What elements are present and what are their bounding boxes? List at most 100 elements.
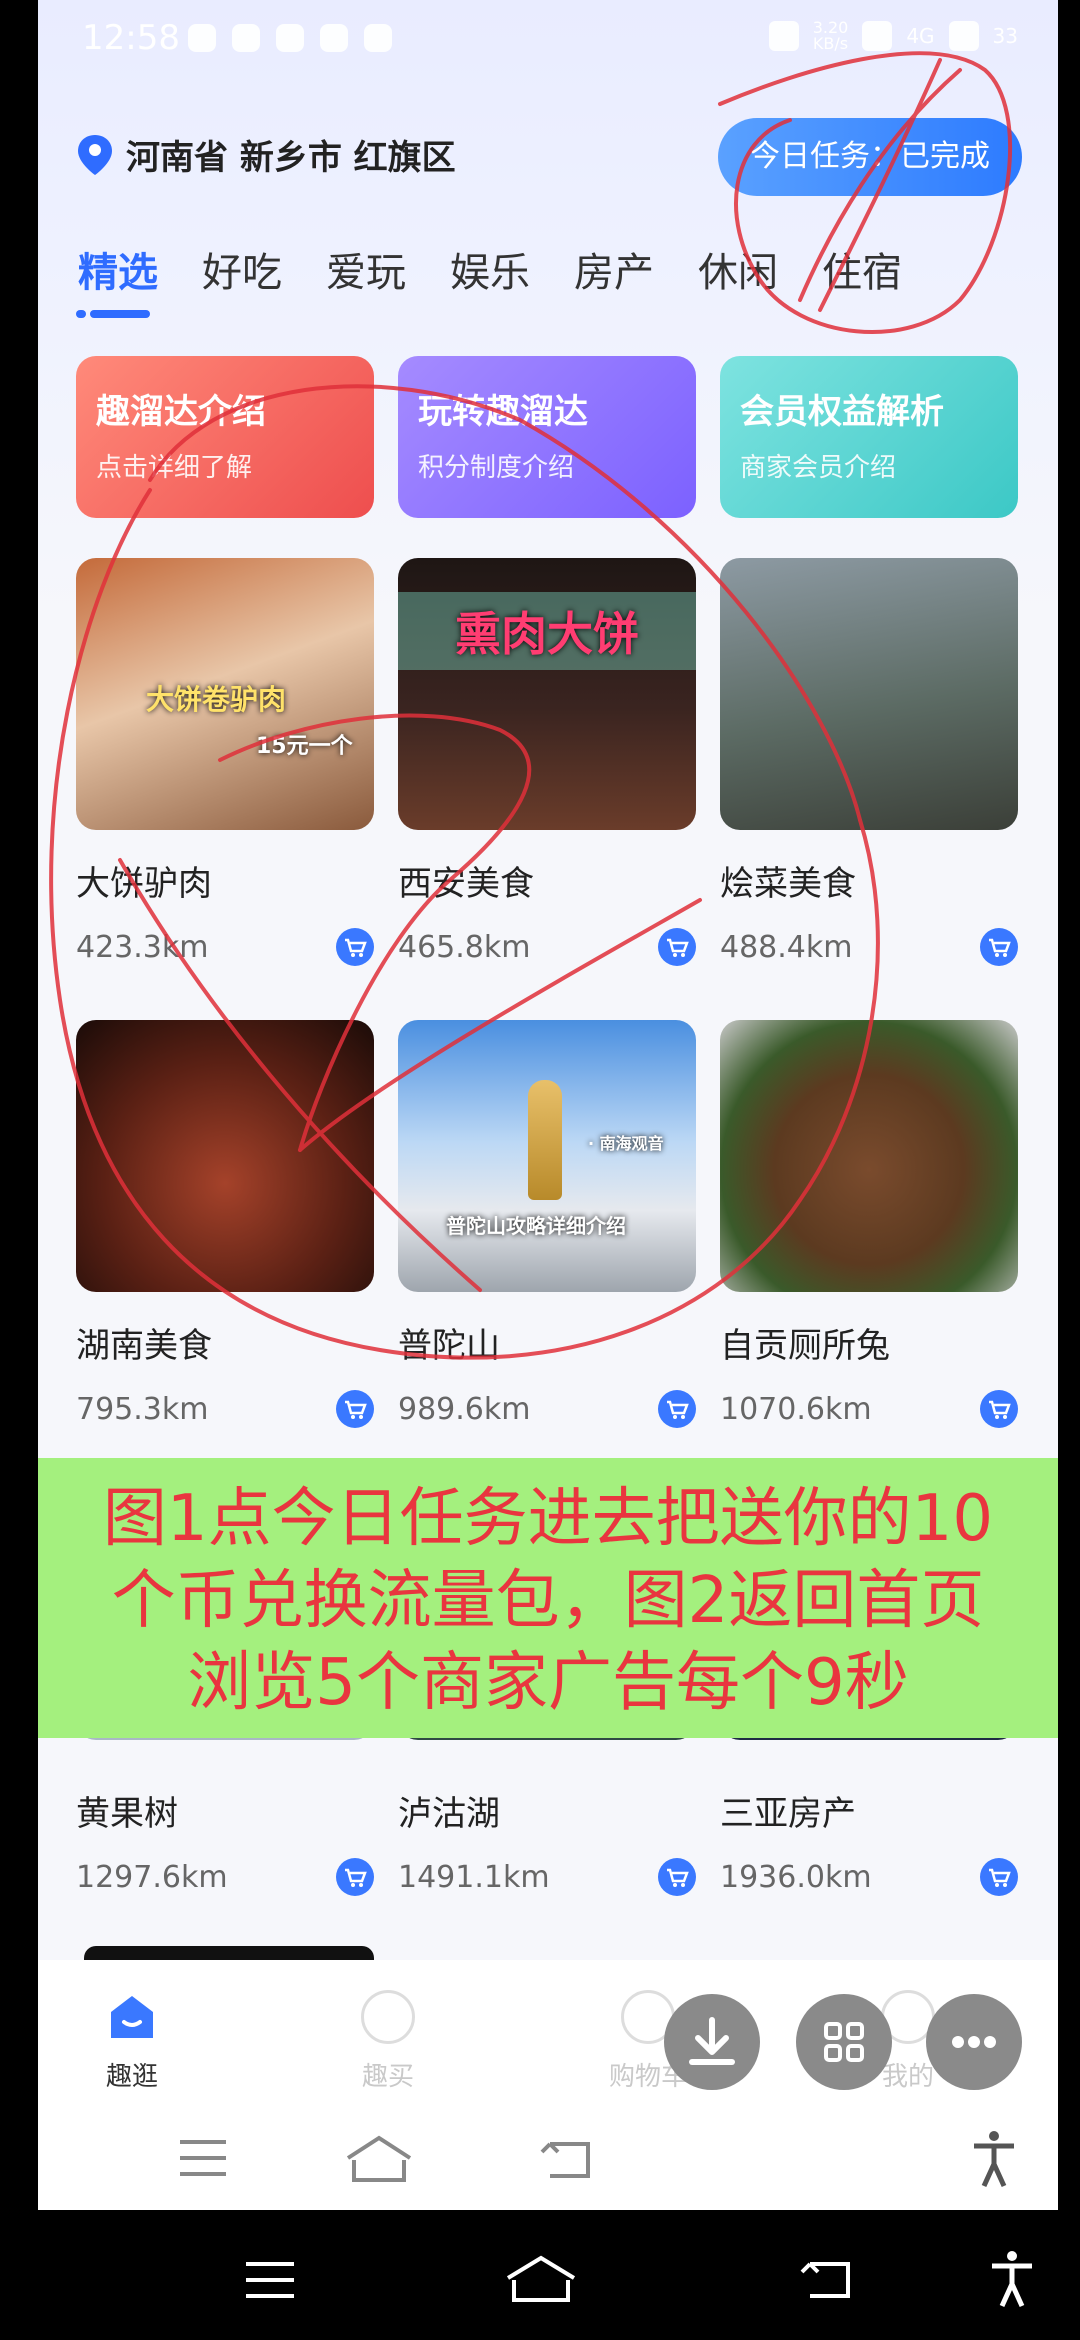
daily-task-button[interactable]: 今日任务：已完成 xyxy=(718,118,1022,196)
tab-food[interactable]: 好吃 xyxy=(202,240,282,318)
merchant-image xyxy=(76,1020,374,1292)
alarm-icon xyxy=(768,21,799,51)
wechat-icon xyxy=(232,24,260,52)
merchant-name: 黄果树 xyxy=(76,1794,178,1834)
accessibility-icon[interactable] xyxy=(988,2250,1036,2308)
merchant-image: 熏肉大饼 xyxy=(398,558,696,830)
feature-card-points[interactable]: 玩转趣溜达 积分制度介绍 xyxy=(398,356,696,518)
tab-lodging[interactable]: 住宿 xyxy=(822,240,902,318)
merchant-image: 大饼卷驴肉 15元一个 xyxy=(76,558,374,830)
battery-level: 33 xyxy=(992,24,1018,48)
feature-cards: 趣溜达介绍 点击详细了解 玩转趣溜达 积分制度介绍 会员权益解析 商家会员介绍 xyxy=(76,356,1018,518)
tab-entertainment[interactable]: 娱乐 xyxy=(450,240,530,318)
merchant-card[interactable]: · 南海观音 普陀山攻略详细介绍 普陀山 989.6km xyxy=(398,1020,696,1452)
merchant-grid: 大饼卷驴肉 15元一个 大饼驴肉 423.3km 熏肉大饼 西安美食 465.8… xyxy=(76,558,1026,1452)
tab-featured[interactable]: 精选 xyxy=(76,240,158,318)
feature-subtitle: 点击详细了解 xyxy=(96,453,253,483)
merchant-name: 大饼驴肉 xyxy=(76,864,212,904)
notification-icons xyxy=(188,24,392,52)
merchant-distance: 989.6km xyxy=(398,1392,531,1427)
merchant-distance: 1297.6km xyxy=(76,1860,228,1895)
feature-card-intro[interactable]: 趣溜达介绍 点击详细了解 xyxy=(76,356,374,518)
tab-real-estate[interactable]: 房产 xyxy=(574,240,654,318)
cart-icon[interactable] xyxy=(658,1858,696,1896)
merchant-image xyxy=(720,1020,1018,1292)
location-selector[interactable]: 河南省 新乡市 红旗区 xyxy=(78,130,456,179)
feature-subtitle: 积分制度介绍 xyxy=(418,453,575,483)
apps-button[interactable] xyxy=(796,1994,892,2090)
merchant-image xyxy=(720,558,1018,830)
browser-icon xyxy=(320,24,348,52)
nav-browse[interactable]: 趣逛 xyxy=(62,1990,202,2093)
feature-title: 玩转趣溜达 xyxy=(418,392,588,432)
more-icon xyxy=(952,2036,996,2048)
feature-card-membership[interactable]: 会员权益解析 商家会员介绍 xyxy=(720,356,1018,518)
merchant-distance: 465.8km xyxy=(398,930,531,965)
merchant-card[interactable]: 烩菜美食 488.4km xyxy=(720,558,1018,990)
nav-buy[interactable]: 趣买 xyxy=(318,1990,458,2093)
wifi-icon xyxy=(948,21,979,51)
system-nav-outer xyxy=(0,2210,1080,2340)
merchant-card[interactable]: 大饼卷驴肉 15元一个 大饼驴肉 423.3km xyxy=(76,558,374,990)
merchant-image: · 南海观音 普陀山攻略详细介绍 xyxy=(398,1020,696,1292)
home-key-icon[interactable] xyxy=(344,2134,414,2184)
cart-icon[interactable] xyxy=(980,1390,1018,1428)
network-type: 4G xyxy=(906,24,935,48)
cart-icon[interactable] xyxy=(980,1858,1018,1896)
tab-leisure[interactable]: 休闲 xyxy=(698,240,778,318)
system-icons: 3.20 KB/s 4G 33 xyxy=(768,18,1018,53)
merchant-distance: 1070.6km xyxy=(720,1392,872,1427)
cart-icon[interactable] xyxy=(336,1390,374,1428)
merchant-card[interactable]: 湖南美食 795.3km xyxy=(76,1020,374,1452)
bottom-nav: 趣逛 趣买 购物车 我的 xyxy=(38,1960,1058,2110)
hd-icon xyxy=(862,21,893,51)
cart-icon[interactable] xyxy=(336,928,374,966)
back-icon[interactable] xyxy=(538,2136,594,2180)
merchant-distance: 1936.0km xyxy=(720,1860,872,1895)
cart-icon[interactable] xyxy=(336,1858,374,1896)
more-button[interactable] xyxy=(926,1994,1022,2090)
location-icon xyxy=(364,24,392,52)
merchant-distance: 795.3km xyxy=(76,1392,209,1427)
image-caption: 大饼卷驴肉 xyxy=(146,683,287,716)
feature-title: 会员权益解析 xyxy=(740,392,944,432)
tab-play[interactable]: 爱玩 xyxy=(326,240,406,318)
nav-label: 趣逛 xyxy=(105,2062,158,2092)
accessibility-icon[interactable] xyxy=(970,2130,1018,2188)
home-icon xyxy=(111,1996,153,2038)
app-icon xyxy=(276,24,304,52)
back-icon[interactable] xyxy=(798,2256,854,2300)
system-nav-inner xyxy=(38,2110,1058,2210)
menu-icon[interactable] xyxy=(244,2258,296,2302)
merchant-distance: 1491.1km xyxy=(398,1860,550,1895)
status-time: 12:58 xyxy=(82,18,180,58)
home-key-icon[interactable] xyxy=(504,2254,578,2304)
merchant-distance: 488.4km xyxy=(720,930,853,965)
location-text: 河南省 新乡市 红旗区 xyxy=(126,138,456,178)
image-caption: 15元一个 xyxy=(256,734,353,759)
download-button[interactable] xyxy=(664,1994,760,2090)
cart-icon[interactable] xyxy=(658,1390,696,1428)
merchant-name: 自贡厕所兔 xyxy=(720,1326,890,1366)
feature-subtitle: 商家会员介绍 xyxy=(740,453,897,483)
merchant-card[interactable]: 自贡厕所兔 1070.6km xyxy=(720,1020,1018,1452)
instruction-line: 浏览5个商家广告每个9秒 xyxy=(187,1646,909,1720)
cart-icon[interactable] xyxy=(980,928,1018,966)
app-screen: 12:58 3.20 KB/s 4G 33 河南省 新乡市 红旗区 今日任务：已… xyxy=(38,0,1058,2210)
merchant-name: 烩菜美食 xyxy=(720,864,856,904)
planet-icon xyxy=(361,1990,415,2044)
download-icon xyxy=(689,2017,735,2065)
grid-icon xyxy=(824,2022,864,2062)
nav-label: 趣买 xyxy=(361,2062,414,2092)
menu-icon[interactable] xyxy=(178,2136,228,2180)
instruction-line: 个币兑换流量包，图2返回首页 xyxy=(111,1564,985,1638)
location-pin-icon xyxy=(78,134,112,175)
merchant-card[interactable]: 熏肉大饼 西安美食 465.8km xyxy=(398,558,696,990)
network-speed: 3.20 KB/s xyxy=(812,18,849,53)
statue-figure xyxy=(528,1080,562,1200)
merchant-name: 湖南美食 xyxy=(76,1326,212,1366)
image-caption: · 南海观音 xyxy=(588,1134,664,1153)
merchant-name: 三亚房产 xyxy=(720,1794,856,1834)
cart-icon[interactable] xyxy=(658,928,696,966)
instruction-line: 图1点今日任务进去把送你的10 xyxy=(102,1482,994,1556)
